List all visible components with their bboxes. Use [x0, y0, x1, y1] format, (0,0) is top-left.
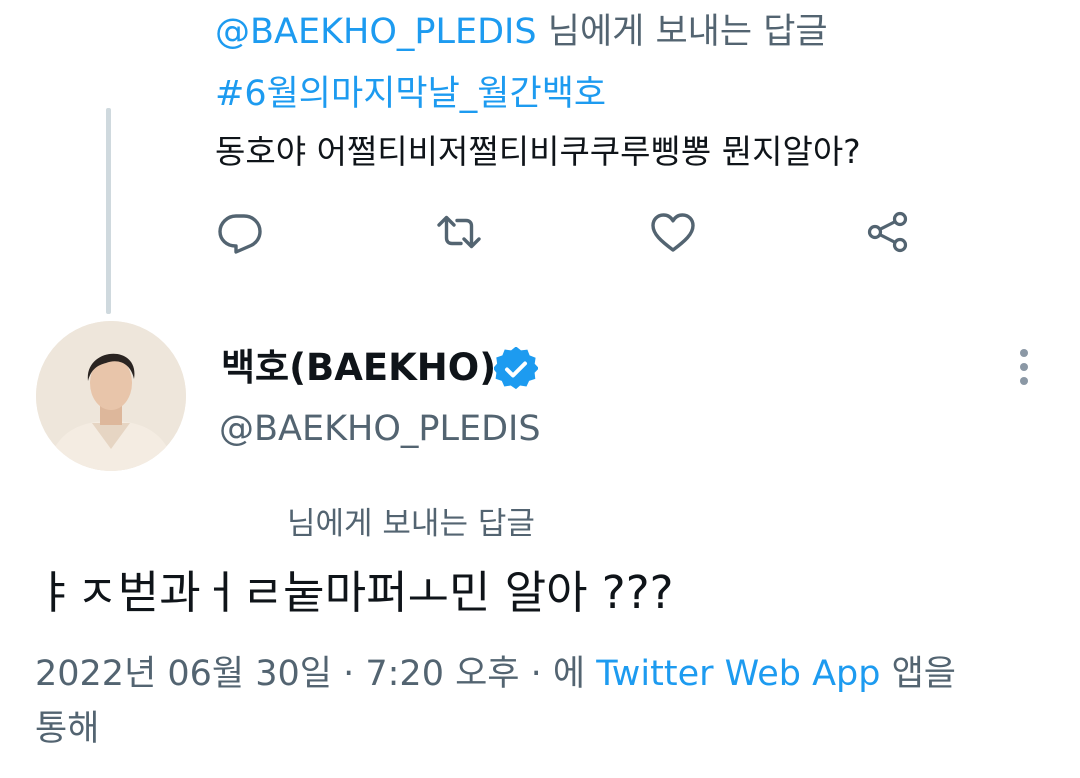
hashtag-link[interactable]: #6월의마지막날_월간백호 — [215, 70, 606, 118]
retweet-icon[interactable] — [433, 206, 485, 258]
like-icon[interactable] — [647, 206, 699, 258]
share-icon[interactable] — [862, 206, 914, 258]
avatar[interactable] — [36, 321, 186, 471]
reply-to-line: @BAEKHO_PLEDIS 님에게 보내는 답글 — [215, 8, 828, 56]
display-name[interactable]: 백호(BAEKHO) — [221, 343, 496, 393]
tweet-text: ㅑㅈ벋과ㅓㄹ눝마퍼ㅗ민 알아 ??? — [35, 566, 674, 619]
more-vertical-icon[interactable] — [1004, 346, 1044, 388]
reply-to-suffix: 님에게 보내는 답글 — [547, 12, 828, 52]
source-app-link[interactable]: Twitter Web App — [596, 654, 880, 694]
reply-label: 님에게 보내는 답글 — [287, 506, 535, 542]
tweet-meta: 2022년 06월 30일 · 7:20 오후 · 에 Twitter Web … — [35, 648, 956, 700]
source-suffix: 앱을 — [891, 654, 957, 694]
reply-icon[interactable] — [214, 206, 266, 258]
prev-tweet-text: 동호야 어쩔티비저쩔티비쿠쿠루삥뽕 뭔지알아? — [215, 132, 861, 171]
reply-to-handle-link[interactable]: @BAEKHO_PLEDIS — [215, 12, 537, 52]
source-suffix-line2: 통해 — [35, 709, 100, 749]
thread-connector-line — [106, 108, 111, 314]
timestamp[interactable]: 2022년 06월 30일 · 7:20 오후 · 에 — [35, 654, 585, 694]
verified-badge-icon — [494, 347, 538, 391]
user-handle[interactable]: @BAEKHO_PLEDIS — [219, 405, 541, 453]
